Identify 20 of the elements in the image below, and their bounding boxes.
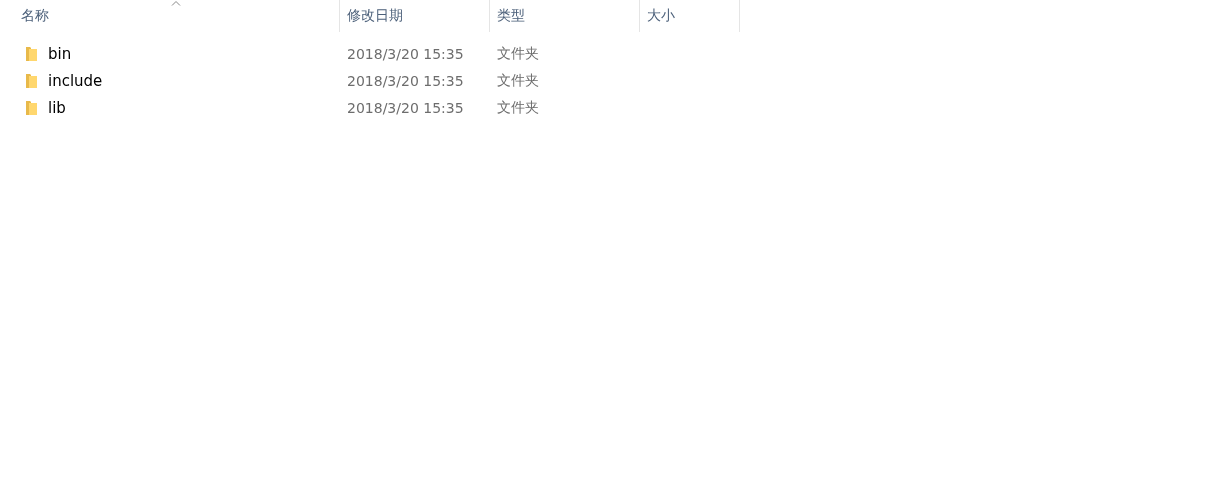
file-type: 文件夹 — [496, 71, 540, 90]
column-label: 名称 — [21, 7, 49, 25]
file-name[interactable]: lib — [48, 98, 66, 117]
column-header[interactable]: 修改日期 — [340, 0, 490, 32]
file-type: 文件夹 — [496, 44, 540, 63]
folder-icon — [25, 99, 38, 116]
file-name[interactable]: include — [48, 71, 103, 90]
folder-icon — [25, 72, 38, 89]
column-label: 大小 — [647, 7, 675, 25]
modified-date: 2018/3/20 15:35 — [346, 45, 465, 62]
modified-date: 2018/3/20 15:35 — [346, 99, 465, 116]
file-type: 文件夹 — [496, 98, 540, 117]
folder-icon — [25, 45, 38, 62]
modified-date: 2018/3/20 15:35 — [346, 72, 465, 89]
column-header[interactable]: 类型 — [490, 0, 640, 32]
column-label: 类型 — [497, 7, 525, 25]
file-name[interactable]: bin — [48, 44, 72, 63]
column-header[interactable]: 大小 — [640, 0, 740, 32]
column-header[interactable]: 名称 — [0, 0, 340, 32]
column-label: 修改日期 — [347, 7, 403, 25]
